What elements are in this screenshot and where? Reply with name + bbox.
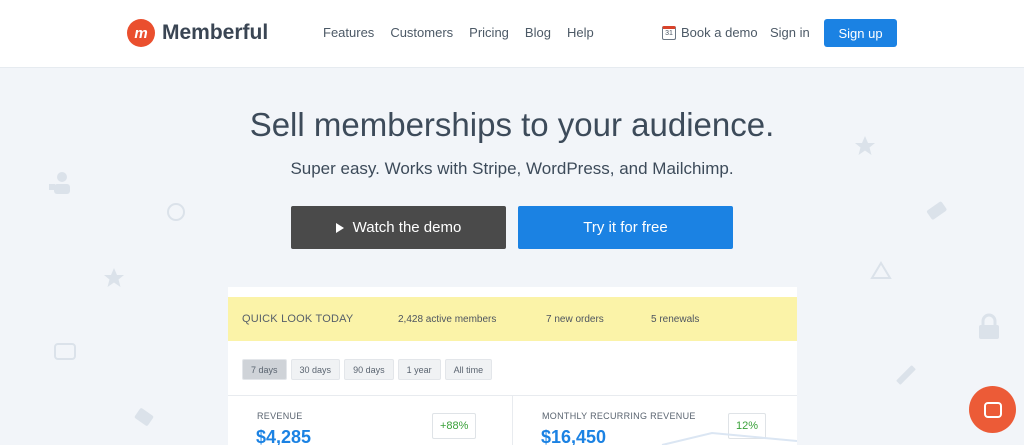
dashboard-preview: QUICK LOOK TODAY 2,428 active members 7 …	[228, 287, 797, 445]
active-members-stat: 2,428 active members	[398, 313, 497, 325]
range-all-time[interactable]: All time	[444, 359, 493, 380]
logo-text: Memberful	[162, 21, 269, 44]
tag-icon	[926, 201, 947, 220]
nav-pricing[interactable]: Pricing	[469, 25, 509, 40]
nav-customers[interactable]: Customers	[390, 25, 453, 40]
date-range-tabs: 7 days 30 days 90 days 1 year All time	[242, 359, 493, 380]
range-7-days[interactable]: 7 days	[242, 359, 287, 380]
sign-in-link[interactable]: Sign in	[770, 25, 810, 40]
revenue-label: REVENUE	[257, 411, 303, 421]
watch-demo-label: Watch the demo	[352, 219, 462, 236]
quick-look-bar: QUICK LOOK TODAY 2,428 active members 7 …	[228, 297, 797, 341]
chat-button[interactable]	[969, 386, 1016, 433]
circle-icon	[167, 203, 185, 221]
book-demo-label: Book a demo	[681, 25, 758, 40]
watch-demo-button[interactable]: Watch the demo	[291, 206, 506, 249]
nav-features[interactable]: Features	[323, 25, 374, 40]
revenue-change-badge: +88%	[432, 413, 477, 439]
range-90-days[interactable]: 90 days	[344, 359, 394, 380]
lock-icon	[979, 313, 999, 339]
quick-look-title: QUICK LOOK TODAY	[242, 313, 354, 325]
book-demo-link[interactable]: 31 Book a demo	[662, 25, 758, 40]
play-icon	[335, 222, 344, 233]
tag-icon	[134, 408, 154, 426]
renewals-stat: 5 renewals	[651, 313, 700, 325]
nav-help[interactable]: Help	[567, 25, 594, 40]
pencil-icon	[896, 365, 916, 385]
chart-decoration	[661, 431, 797, 445]
site-header: m Memberful Features Customers Pricing B…	[0, 0, 1024, 68]
logo[interactable]: m Memberful	[127, 19, 268, 47]
nav-blog[interactable]: Blog	[525, 25, 551, 40]
chat-outline-icon	[54, 343, 76, 360]
revenue-value: $4,285	[256, 427, 312, 445]
hero-subline: Super easy. Works with Stripe, WordPress…	[290, 159, 734, 178]
sign-up-button[interactable]: Sign up	[824, 19, 897, 47]
mrr-label: MONTHLY RECURRING REVENUE	[542, 411, 696, 421]
range-30-days[interactable]: 30 days	[290, 359, 341, 380]
range-1-year[interactable]: 1 year	[397, 359, 441, 380]
main-nav: Features Customers Pricing Blog Help	[323, 25, 594, 40]
logo-mark-icon: m	[127, 19, 155, 47]
triangle-icon	[870, 261, 892, 279]
star-icon	[104, 268, 124, 287]
chat-icon	[983, 401, 1002, 418]
new-orders-stat: 7 new orders	[546, 313, 604, 325]
hero-headline: Sell memberships to your audience.	[249, 106, 775, 143]
try-free-button[interactable]: Try it for free	[518, 206, 733, 249]
calendar-icon: 31	[662, 25, 676, 40]
